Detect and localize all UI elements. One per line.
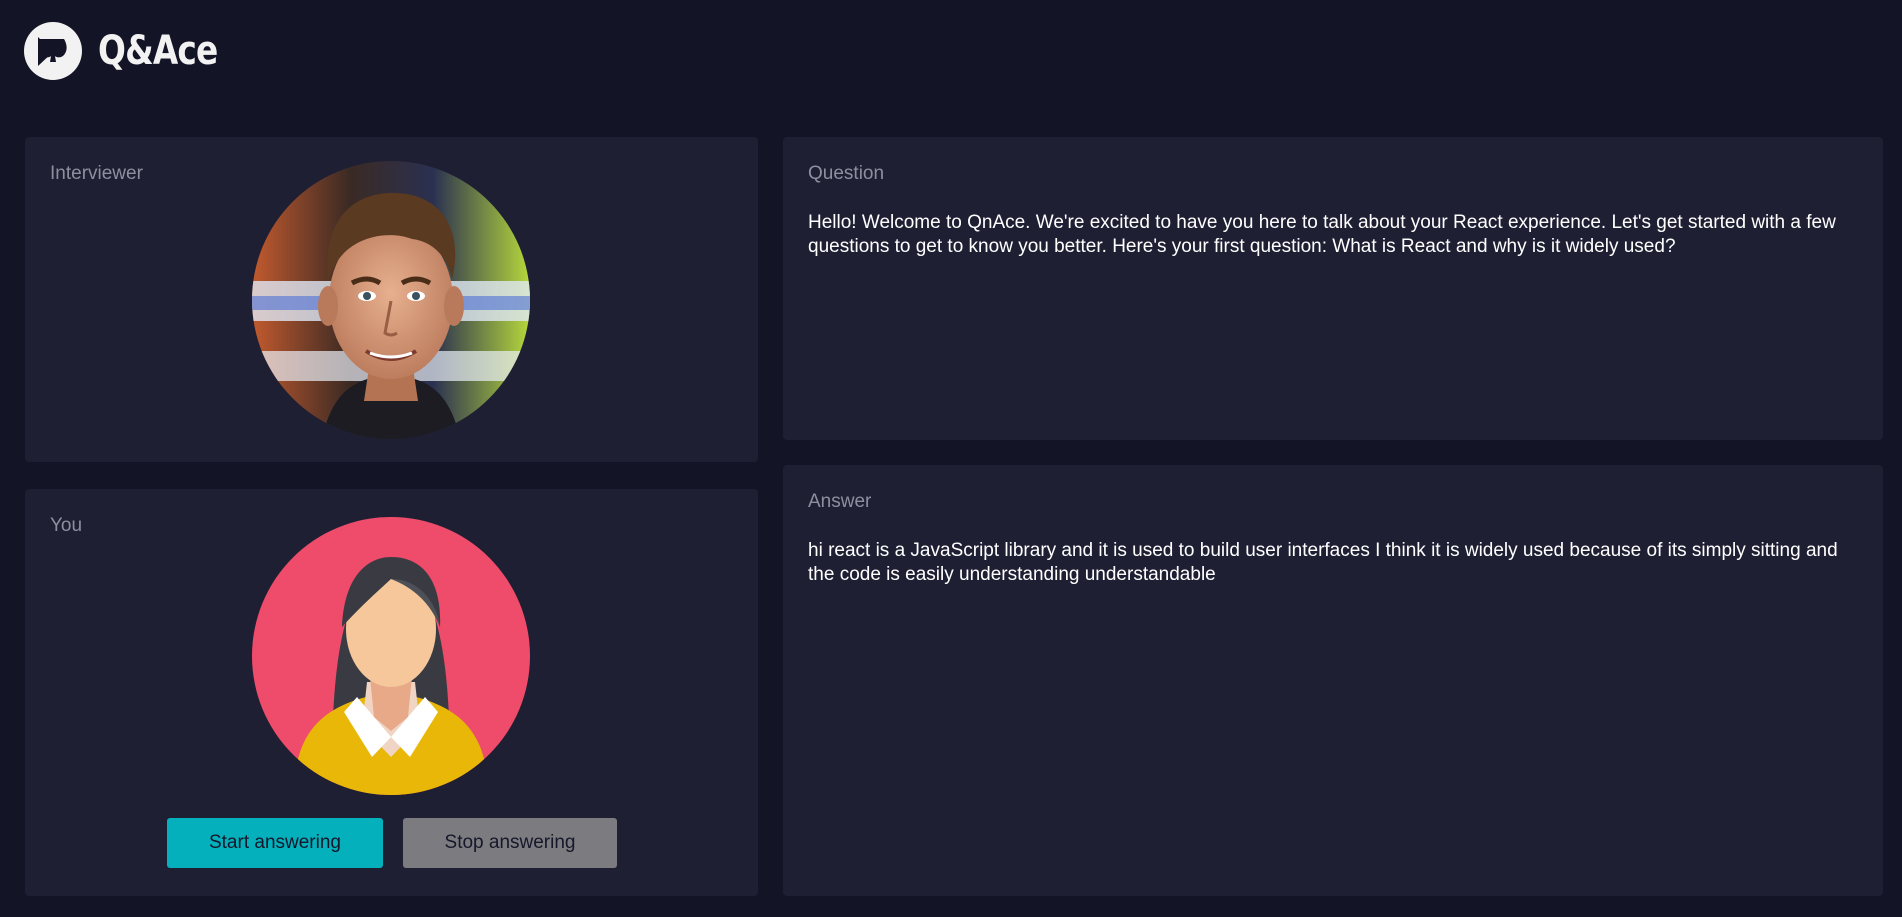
interviewer-portrait xyxy=(252,161,530,439)
app-header: Q&Ace xyxy=(0,0,1902,100)
question-label: Question xyxy=(808,163,885,184)
answer-text: hi react is a JavaScript library and it … xyxy=(808,540,1838,585)
answer-panel: Answer hi react is a JavaScript library … xyxy=(783,465,1883,896)
question-panel: Question Hello! Welcome to QnAce. We're … xyxy=(783,137,1883,440)
app-logo-text: Q&Ace xyxy=(98,28,218,74)
you-label: You xyxy=(50,515,83,536)
question-text: Hello! Welcome to QnAce. We're excited t… xyxy=(808,212,1836,257)
start-answering-button[interactable]: Start answering xyxy=(167,818,383,868)
female-user-avatar xyxy=(252,517,530,795)
interviewer-label: Interviewer xyxy=(50,163,143,184)
answer-label: Answer xyxy=(808,491,872,512)
spade-icon[interactable] xyxy=(24,22,82,80)
you-panel: You Start answering Stop answering xyxy=(25,489,758,896)
interviewer-panel: Interviewer xyxy=(25,137,758,462)
stop-answering-button[interactable]: Stop answering xyxy=(403,818,617,868)
